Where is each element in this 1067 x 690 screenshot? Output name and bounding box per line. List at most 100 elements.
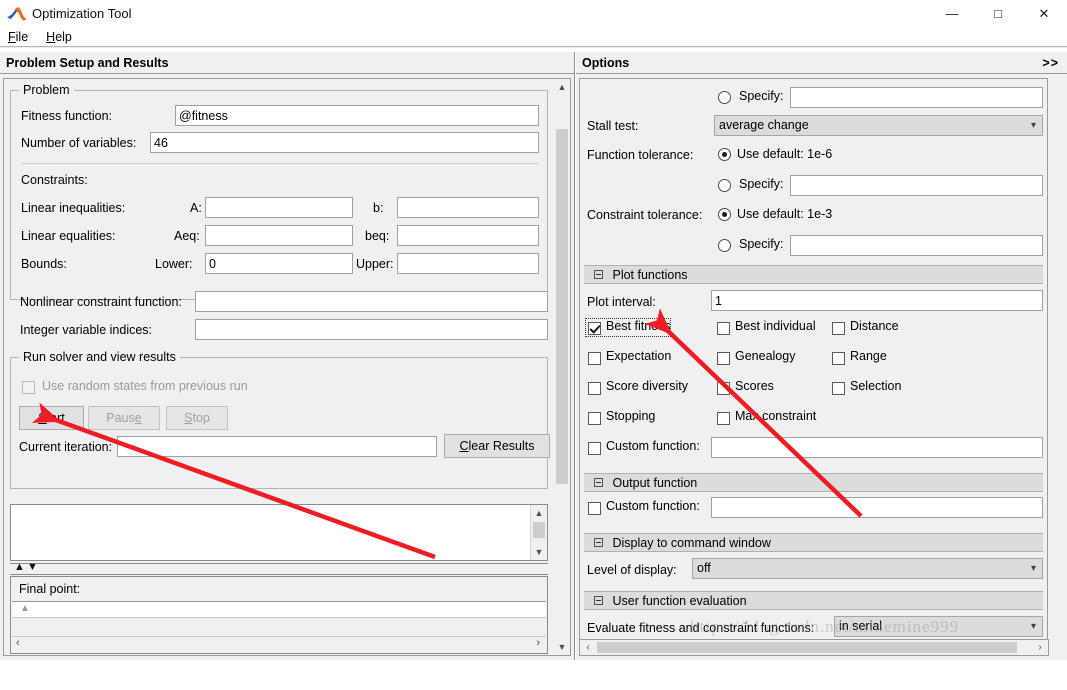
options-expand-button[interactable]: >>	[1042, 52, 1059, 74]
plot-functions-section-header[interactable]: Plot functions	[584, 265, 1043, 284]
stop-button[interactable]: Stop	[166, 406, 228, 430]
plot-interval-input[interactable]	[711, 290, 1043, 311]
final-point-header-row[interactable]: ▲	[12, 601, 546, 618]
final-point-hscroll[interactable]: ‹ ›	[12, 636, 546, 652]
stall-specify-input[interactable]	[790, 87, 1043, 108]
start-button[interactable]: Start	[19, 406, 84, 430]
current-iteration-input[interactable]	[117, 436, 437, 457]
b-label: b:	[373, 201, 384, 215]
left-scroll-down-arrow[interactable]: ▼	[554, 639, 570, 655]
options-horizontal-scrollbar[interactable]: ‹ ›	[579, 639, 1049, 656]
plot-range-checkbox[interactable]	[832, 352, 845, 365]
options-hscroll-right-arrow[interactable]: ›	[1032, 640, 1048, 655]
options-header: Options >>	[576, 52, 1067, 74]
results-scroll-thumb[interactable]	[533, 522, 545, 538]
plot-max-constraint-checkbox[interactable]	[717, 412, 730, 425]
panel-splitter[interactable]: ▲ ▼	[10, 561, 548, 575]
results-listbox[interactable]: ▲ ▼	[10, 504, 548, 561]
results-scroll-down-arrow[interactable]: ▼	[531, 544, 547, 560]
run-solver-legend: Run solver and view results	[19, 350, 180, 364]
evaluate-functions-combo[interactable]: in serial ▾	[834, 616, 1043, 637]
options-hscroll-left-arrow[interactable]: ‹	[580, 640, 596, 655]
chevron-down-icon: ▾	[1030, 621, 1036, 632]
output-function-section-header[interactable]: Output function	[584, 473, 1043, 492]
plot-genealogy-checkbox[interactable]	[717, 352, 730, 365]
user-function-evaluation-section-title: User function evaluation	[612, 594, 747, 608]
lower-bound-input[interactable]	[205, 253, 353, 274]
stall-specify-radio[interactable]	[718, 91, 731, 104]
close-button[interactable]: ✕	[1021, 0, 1067, 27]
level-of-display-combo[interactable]: off ▾	[692, 558, 1043, 579]
minimize-button[interactable]: —	[929, 0, 975, 27]
output-custom-function-input[interactable]	[711, 497, 1043, 518]
plot-interval-label: Plot interval:	[587, 295, 656, 309]
plot-scores-checkbox[interactable]	[717, 382, 730, 395]
collapse-minus-icon[interactable]	[594, 478, 603, 488]
nonlinear-constraint-input[interactable]	[195, 291, 548, 312]
window-title-bar: Optimization Tool — □ ✕	[0, 0, 1067, 27]
splitter-down-arrow[interactable]: ▼	[27, 561, 38, 573]
final-point-scroll-left-arrow[interactable]: ‹	[16, 637, 20, 649]
A-input[interactable]	[205, 197, 353, 218]
plot-stopping-checkbox[interactable]	[588, 412, 601, 425]
final-point-container: Final point: ▲ ‹ ›	[10, 576, 548, 654]
user-function-evaluation-section-header[interactable]: User function evaluation	[584, 591, 1043, 610]
chevron-down-icon: ▾	[1030, 120, 1036, 131]
integer-variable-indices-label: Integer variable indices:	[20, 323, 153, 337]
constraint-tolerance-default-label: Use default: 1e-3	[737, 207, 833, 221]
maximize-button[interactable]: □	[975, 0, 1021, 27]
use-random-states-checkbox[interactable]	[22, 381, 35, 394]
function-tolerance-specify-radio[interactable]	[718, 179, 731, 192]
clear-results-button[interactable]: Clear Results	[444, 434, 550, 458]
display-command-window-section-title: Display to command window	[612, 536, 771, 550]
stall-test-combo[interactable]: average change ▾	[714, 115, 1043, 136]
function-tolerance-specify-input[interactable]	[790, 175, 1043, 196]
output-custom-function-checkbox[interactable]	[588, 502, 601, 515]
constraint-tolerance-specify-input[interactable]	[790, 235, 1043, 256]
collapse-minus-icon[interactable]	[594, 270, 603, 280]
b-input[interactable]	[397, 197, 539, 218]
plot-selection-checkbox[interactable]	[832, 382, 845, 395]
level-of-display-value: off	[697, 561, 711, 575]
splitter-up-arrow[interactable]: ▲	[14, 561, 25, 573]
stall-specify-label: Specify:	[739, 89, 784, 103]
upper-bound-input[interactable]	[397, 253, 539, 274]
level-of-display-label: Level of display:	[587, 563, 677, 577]
plot-distance-checkbox[interactable]	[832, 322, 845, 335]
evaluate-functions-value: in serial	[839, 619, 883, 633]
pause-button[interactable]: Pause	[88, 406, 160, 430]
plot-score-diversity-checkbox[interactable]	[588, 382, 601, 395]
menu-help[interactable]: Help	[46, 30, 72, 44]
left-panel-vertical-scrollbar[interactable]: ▲ ▼	[554, 78, 571, 656]
Aeq-input[interactable]	[205, 225, 353, 246]
plot-score-diversity-label: Score diversity	[606, 379, 688, 393]
results-scroll-up-arrow[interactable]: ▲	[531, 505, 547, 521]
fitness-function-input[interactable]	[175, 105, 539, 126]
constraint-tolerance-default-radio[interactable]	[718, 208, 731, 221]
options-hscroll-thumb[interactable]	[597, 642, 1017, 653]
final-point-scroll-right-arrow[interactable]: ›	[536, 637, 540, 649]
left-scroll-thumb[interactable]	[556, 129, 568, 484]
plot-selection-label: Selection	[850, 379, 902, 393]
left-scroll-up-arrow[interactable]: ▲	[554, 79, 570, 95]
constraint-tolerance-specify-radio[interactable]	[718, 239, 731, 252]
beq-input[interactable]	[397, 225, 539, 246]
function-tolerance-default-radio[interactable]	[718, 148, 731, 161]
plot-best-individual-checkbox[interactable]	[717, 322, 730, 335]
problem-setup-header: Problem Setup and Results	[0, 52, 574, 74]
display-command-window-section-header[interactable]: Display to command window	[584, 533, 1043, 552]
integer-variable-indices-input[interactable]	[195, 319, 548, 340]
collapse-minus-icon[interactable]	[594, 596, 603, 606]
use-random-states-label: Use random states from previous run	[42, 379, 248, 393]
menu-file[interactable]: FFileile	[8, 30, 28, 44]
constraints-label: Constraints:	[21, 173, 88, 187]
plot-expectation-checkbox[interactable]	[588, 352, 601, 365]
number-of-variables-label: Number of variables:	[21, 136, 137, 150]
problem-setup-body: Problem Fitness function: Number of vari…	[3, 78, 554, 656]
plot-custom-function-input[interactable]	[711, 437, 1043, 458]
plot-custom-function-checkbox[interactable]	[588, 442, 601, 455]
results-vertical-scrollbar[interactable]: ▲ ▼	[530, 505, 547, 560]
stall-test-value: average change	[719, 118, 809, 132]
collapse-minus-icon[interactable]	[594, 538, 603, 548]
number-of-variables-input[interactable]	[150, 132, 539, 153]
